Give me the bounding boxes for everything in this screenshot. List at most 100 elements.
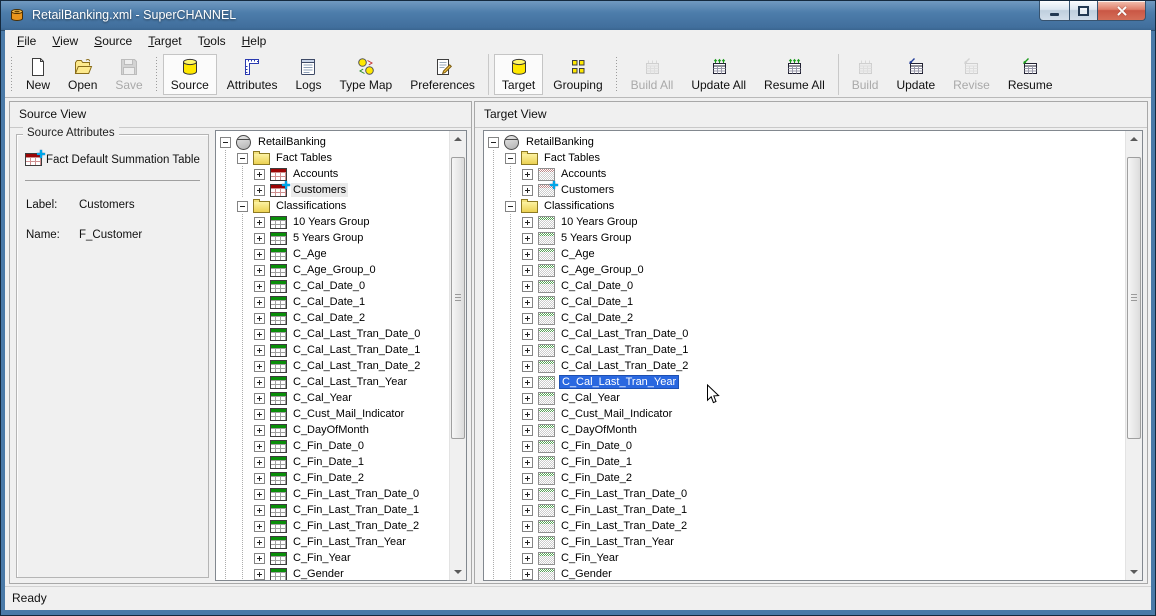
expand-icon[interactable] — [254, 249, 265, 260]
expand-icon[interactable] — [254, 169, 265, 180]
toolbar-source-button[interactable]: Source — [163, 54, 217, 95]
tree-item-fact-tables[interactable]: Fact Tables — [484, 150, 1125, 166]
expand-icon[interactable] — [522, 473, 533, 484]
expand-icon[interactable] — [254, 393, 265, 404]
tree-item-c-fin-year[interactable]: C_Fin_Year — [484, 550, 1125, 566]
scrollbar-thumb[interactable] — [451, 157, 465, 439]
scroll-up-button[interactable] — [1126, 131, 1142, 147]
expand-icon[interactable] — [254, 521, 265, 532]
expand-icon[interactable] — [254, 265, 265, 276]
expand-icon[interactable] — [522, 297, 533, 308]
expand-icon[interactable] — [254, 217, 265, 228]
toolbar-save-button[interactable]: Save — [107, 54, 150, 95]
expand-icon[interactable] — [522, 457, 533, 468]
toolbar-grouping-button[interactable]: Grouping — [545, 54, 610, 95]
expand-icon[interactable] — [522, 313, 533, 324]
menu-tools[interactable]: Tools — [190, 31, 234, 51]
toolbar-new-button[interactable]: New — [18, 54, 58, 95]
expand-icon[interactable] — [254, 345, 265, 356]
expand-icon[interactable] — [522, 505, 533, 516]
tree-item-classifications[interactable]: Classifications — [484, 198, 1125, 214]
expand-icon[interactable] — [254, 377, 265, 388]
tree-item-c-cal-last-tran-date-1[interactable]: C_Cal_Last_Tran_Date_1 — [484, 342, 1125, 358]
tree-item-c-fin-last-tran-date-0[interactable]: C_Fin_Last_Tran_Date_0 — [484, 486, 1125, 502]
tree-item-c-age-group-0[interactable]: C_Age_Group_0 — [216, 262, 449, 278]
expand-icon[interactable] — [254, 553, 265, 564]
expand-icon[interactable] — [522, 569, 533, 580]
menu-help[interactable]: Help — [234, 31, 275, 51]
expand-icon[interactable] — [522, 249, 533, 260]
tree-item-c-cal-date-1[interactable]: C_Cal_Date_1 — [216, 294, 449, 310]
tree-item-c-cal-last-tran-year[interactable]: C_Cal_Last_Tran_Year — [484, 374, 1125, 390]
expand-icon[interactable] — [254, 313, 265, 324]
tree-item-c-fin-last-tran-year[interactable]: C_Fin_Last_Tran_Year — [484, 534, 1125, 550]
tree-item-c-cal-date-2[interactable]: C_Cal_Date_2 — [484, 310, 1125, 326]
expand-icon[interactable] — [254, 425, 265, 436]
toolbar-open-button[interactable]: Open — [60, 54, 105, 95]
expand-icon[interactable] — [522, 281, 533, 292]
collapse-icon[interactable] — [220, 137, 231, 148]
tree-item-c-gender[interactable]: C_Gender — [484, 566, 1125, 580]
tree-item-c-dayofmonth[interactable]: C_DayOfMonth — [484, 422, 1125, 438]
tree-item-c-fin-date-2[interactable]: C_Fin_Date_2 — [216, 470, 449, 486]
toolbar-resume-button[interactable]: Resume — [1000, 54, 1061, 95]
expand-icon[interactable] — [254, 473, 265, 484]
tree-item-c-dayofmonth[interactable]: C_DayOfMonth — [216, 422, 449, 438]
tree-item-c-fin-date-1[interactable]: C_Fin_Date_1 — [216, 454, 449, 470]
tree-item-10-years-group[interactable]: 10 Years Group — [216, 214, 449, 230]
fact-default-summation-table-button[interactable]: Fact Default Summation Table — [25, 153, 208, 166]
minimize-button[interactable] — [1039, 1, 1070, 21]
tree-item-customers[interactable]: Customers — [216, 182, 449, 198]
scroll-down-button[interactable] — [1126, 564, 1142, 580]
source-vertical-scrollbar[interactable] — [449, 131, 466, 580]
expand-icon[interactable] — [254, 361, 265, 372]
toolbar-type-map-button[interactable]: Type Map — [332, 54, 401, 95]
expand-icon[interactable] — [254, 185, 265, 196]
toolbar-target-button[interactable]: Target — [494, 54, 543, 95]
expand-icon[interactable] — [522, 345, 533, 356]
collapse-icon[interactable] — [505, 201, 516, 212]
toolbar-revise-button[interactable]: Revise — [945, 54, 998, 95]
title-bar[interactable]: RetailBanking.xml - SuperCHANNEL — [1, 1, 1155, 31]
scrollbar-thumb[interactable] — [1127, 157, 1141, 439]
expand-icon[interactable] — [254, 441, 265, 452]
restore-button[interactable] — [1070, 1, 1098, 21]
expand-icon[interactable] — [522, 425, 533, 436]
scroll-up-button[interactable] — [450, 131, 466, 147]
expand-icon[interactable] — [254, 537, 265, 548]
tree-item-c-cal-date-0[interactable]: C_Cal_Date_0 — [484, 278, 1125, 294]
tree-item-c-gender[interactable]: C_Gender — [216, 566, 449, 580]
tree-item-c-fin-date-0[interactable]: C_Fin_Date_0 — [484, 438, 1125, 454]
expand-icon[interactable] — [254, 457, 265, 468]
expand-icon[interactable] — [522, 409, 533, 420]
expand-icon[interactable] — [254, 329, 265, 340]
tree-item-c-age-group-0[interactable]: C_Age_Group_0 — [484, 262, 1125, 278]
tree-item-c-fin-last-tran-year[interactable]: C_Fin_Last_Tran_Year — [216, 534, 449, 550]
tree-item-c-fin-date-1[interactable]: C_Fin_Date_1 — [484, 454, 1125, 470]
tree-item-c-age[interactable]: C_Age — [216, 246, 449, 262]
expand-icon[interactable] — [522, 553, 533, 564]
menu-file[interactable]: File — [9, 31, 44, 51]
tree-item-retailbanking[interactable]: RetailBanking — [484, 134, 1125, 150]
expand-icon[interactable] — [254, 409, 265, 420]
expand-icon[interactable] — [522, 185, 533, 196]
tree-item-c-cal-date-1[interactable]: C_Cal_Date_1 — [484, 294, 1125, 310]
expand-icon[interactable] — [522, 361, 533, 372]
tree-item-fact-tables[interactable]: Fact Tables — [216, 150, 449, 166]
tree-item-c-fin-last-tran-date-1[interactable]: C_Fin_Last_Tran_Date_1 — [484, 502, 1125, 518]
tree-item-c-fin-last-tran-date-2[interactable]: C_Fin_Last_Tran_Date_2 — [216, 518, 449, 534]
tree-item-c-fin-last-tran-date-2[interactable]: C_Fin_Last_Tran_Date_2 — [484, 518, 1125, 534]
tree-item-5-years-group[interactable]: 5 Years Group — [484, 230, 1125, 246]
expand-icon[interactable] — [254, 489, 265, 500]
target-vertical-scrollbar[interactable] — [1125, 131, 1142, 580]
tree-item-c-cust-mail-indicator[interactable]: C_Cust_Mail_Indicator — [216, 406, 449, 422]
expand-icon[interactable] — [522, 489, 533, 500]
tree-item-c-cal-year[interactable]: C_Cal_Year — [216, 390, 449, 406]
toolbar-attributes-button[interactable]: Attributes — [219, 54, 286, 95]
tree-item-c-cal-last-tran-date-0[interactable]: C_Cal_Last_Tran_Date_0 — [484, 326, 1125, 342]
tree-item-c-age[interactable]: C_Age — [484, 246, 1125, 262]
expand-icon[interactable] — [522, 393, 533, 404]
menu-source[interactable]: Source — [86, 31, 140, 51]
collapse-icon[interactable] — [237, 153, 248, 164]
expand-icon[interactable] — [522, 377, 533, 388]
